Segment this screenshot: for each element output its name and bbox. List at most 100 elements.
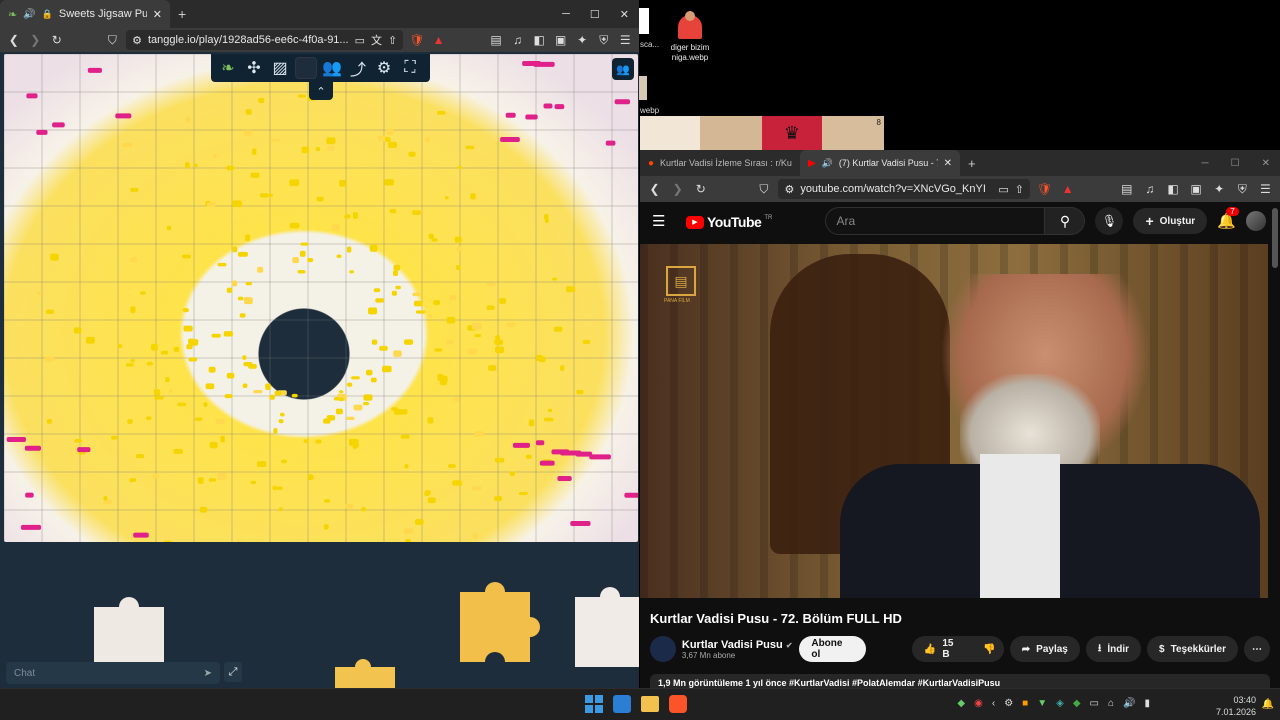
puzzle-board[interactable] bbox=[0, 52, 639, 688]
tab-reddit[interactable]: ● Kurtlar Vadisi İzleme Sırası : r/Kurtl… bbox=[640, 150, 800, 177]
reader-icon[interactable]: ◧ bbox=[531, 31, 547, 49]
users-icon[interactable]: 👥 bbox=[321, 57, 343, 79]
channel-name[interactable]: Kurtlar Vadisi Pusu bbox=[682, 639, 783, 651]
translate-icon[interactable]: 文 bbox=[371, 32, 382, 48]
wallet-icon[interactable]: ▣ bbox=[1188, 180, 1205, 198]
background-color-swatch[interactable] bbox=[295, 57, 317, 79]
share-icon[interactable]: ⇧ bbox=[388, 34, 397, 47]
loose-puzzle-piece[interactable] bbox=[330, 652, 400, 688]
desktop-thumbnail[interactable] bbox=[639, 76, 647, 100]
hamburger-menu-icon[interactable]: ☰ bbox=[652, 212, 665, 230]
audio-icon[interactable]: 🔊 bbox=[23, 9, 35, 20]
subscribe-button[interactable]: Abone ol bbox=[799, 636, 866, 662]
audio-icon[interactable]: 🔊 bbox=[822, 158, 833, 169]
description-box[interactable]: 1,9 Mn görüntüleme 1 yıl önce #KurtlarVa… bbox=[650, 674, 1270, 688]
avatar[interactable] bbox=[1245, 211, 1266, 231]
address-bar[interactable]: ⚙ youtube.com/watch?v=XNcVGo_KnYI ▭ ⇧ bbox=[778, 179, 1030, 199]
widgets-icon[interactable] bbox=[613, 695, 631, 713]
sidebar-icon[interactable]: ▤ bbox=[488, 31, 504, 49]
close-window-button[interactable]: ✕ bbox=[1262, 158, 1270, 169]
notifications-button[interactable]: 🔔 7 bbox=[1217, 206, 1239, 231]
create-button[interactable]: + Oluştur bbox=[1133, 208, 1208, 234]
close-tab-icon[interactable]: ✕ bbox=[944, 158, 952, 169]
download-button[interactable]: ⭳ İndir bbox=[1085, 636, 1142, 662]
fullscreen-icon[interactable]: ⛶ bbox=[399, 57, 421, 79]
network-icon[interactable]: ⌂ bbox=[1108, 698, 1114, 709]
leo-icon[interactable]: ✦ bbox=[574, 31, 590, 49]
image-icon[interactable]: ▨ bbox=[269, 57, 291, 79]
mic-icon[interactable]: 🎙 bbox=[1095, 207, 1124, 235]
search-button[interactable]: ⚲ bbox=[1045, 207, 1086, 235]
cast-icon[interactable]: ▭ bbox=[355, 34, 365, 47]
wallet-icon[interactable]: ▣ bbox=[553, 31, 569, 49]
volume-icon[interactable]: 🔊 bbox=[1123, 698, 1135, 709]
send-icon[interactable]: ➤ bbox=[204, 668, 212, 679]
tanggle-logo-icon[interactable]: ❧ bbox=[217, 57, 239, 79]
maximize-button[interactable]: ☐ bbox=[1231, 158, 1240, 169]
tab-sweets-jigsaw[interactable]: ❧ 🔊 🔒 Sweets Jigsaw Puzzle ✕ bbox=[0, 0, 170, 28]
loose-puzzle-piece[interactable] bbox=[450, 572, 540, 672]
chat-input[interactable]: Chat ➤ bbox=[6, 662, 220, 684]
bookmark-icon[interactable]: ⛉ bbox=[105, 31, 121, 49]
start-icon[interactable] bbox=[585, 695, 603, 713]
tray-icon[interactable]: ▭ bbox=[1090, 698, 1099, 709]
desktop-image-strip[interactable]: ♛ 8 bbox=[640, 116, 884, 150]
tray-icon[interactable]: ▼ bbox=[1037, 698, 1047, 709]
minimize-button[interactable]: ─ bbox=[562, 8, 570, 21]
expand-icon[interactable]: ⤢ bbox=[224, 662, 242, 682]
desktop-partial-icon[interactable] bbox=[639, 8, 649, 34]
tray-icon[interactable]: ◆ bbox=[1073, 698, 1081, 709]
desktop-icon-image[interactable]: diger bizim niga.webp bbox=[670, 11, 710, 63]
cast-icon[interactable]: ▭ bbox=[998, 183, 1008, 196]
channel-avatar[interactable] bbox=[650, 636, 676, 662]
reload-icon[interactable]: ↻ bbox=[49, 31, 65, 49]
site-info-icon[interactable]: ⚙ bbox=[132, 34, 142, 47]
menu-icon[interactable]: ☰ bbox=[1257, 180, 1274, 198]
chevron-left-icon[interactable]: ‹ bbox=[992, 698, 995, 709]
reader-icon[interactable]: ◧ bbox=[1164, 180, 1181, 198]
more-button[interactable]: ⋯ bbox=[1244, 636, 1270, 662]
brave-rewards-icon[interactable]: ▲ bbox=[431, 31, 447, 49]
reload-icon[interactable]: ↻ bbox=[692, 180, 709, 198]
back-icon[interactable]: ❮ bbox=[6, 31, 22, 49]
share-icon[interactable]: ⇧ bbox=[1015, 183, 1024, 196]
tray-icon[interactable]: ◆ bbox=[957, 698, 965, 709]
dislike-button[interactable]: 👎 bbox=[975, 636, 1004, 662]
tray-icon[interactable]: ■ bbox=[1022, 698, 1028, 709]
site-info-icon[interactable]: ⚙ bbox=[784, 183, 794, 196]
youtube-logo[interactable]: ▶ YouTube TR bbox=[686, 214, 772, 230]
forward-icon[interactable]: ❯ bbox=[28, 31, 44, 49]
clock[interactable]: 03:40 7.01.2026 bbox=[1216, 694, 1256, 718]
bookmark-icon[interactable]: ⛉ bbox=[755, 180, 772, 198]
forward-icon[interactable]: ❯ bbox=[669, 180, 686, 198]
puzzle-piece-icon[interactable]: ✣ bbox=[243, 57, 265, 79]
scrollbar[interactable] bbox=[1272, 208, 1278, 268]
vpn-icon[interactable]: ⛨ bbox=[596, 31, 612, 49]
sidebar-icon[interactable]: ▤ bbox=[1118, 180, 1135, 198]
like-button[interactable]: 👍 15 B bbox=[911, 636, 976, 662]
battery-icon[interactable]: ▮ bbox=[1144, 698, 1150, 709]
media-icon[interactable]: ♫ bbox=[1141, 180, 1158, 198]
tab-youtube[interactable]: ▶ 🔊 (7) Kurtlar Vadisi Pusu - 72. B... ✕ bbox=[800, 150, 960, 176]
address-bar[interactable]: ⚙ tanggle.io/play/1928ad56-ee6c-4f0a-91.… bbox=[126, 30, 404, 50]
close-tab-icon[interactable]: ✕ bbox=[153, 8, 162, 21]
brave-rewards-icon[interactable]: ▲ bbox=[1059, 180, 1076, 198]
search-input[interactable]: Ara bbox=[825, 207, 1046, 235]
tray-icon[interactable]: ◈ bbox=[1056, 698, 1064, 709]
leo-icon[interactable]: ✦ bbox=[1211, 180, 1228, 198]
notification-center-icon[interactable]: 🔔 bbox=[1262, 699, 1274, 710]
file-explorer-icon[interactable] bbox=[641, 696, 659, 712]
vpn-icon[interactable]: ⛨ bbox=[1234, 180, 1251, 198]
minimize-button[interactable]: ─ bbox=[1202, 158, 1209, 169]
new-tab-button[interactable]: + bbox=[968, 156, 976, 171]
settings-icon[interactable]: ⚙ bbox=[373, 57, 395, 79]
brave-browser-icon[interactable] bbox=[669, 695, 687, 713]
share-button[interactable]: ➦ Paylaş bbox=[1009, 636, 1080, 662]
thanks-button[interactable]: $ Teşekkürler bbox=[1147, 636, 1238, 662]
brave-shields-icon[interactable]: 🛡 bbox=[409, 31, 425, 49]
media-icon[interactable]: ♫ bbox=[510, 31, 526, 49]
close-window-button[interactable]: ✕ bbox=[620, 8, 629, 21]
new-tab-button[interactable]: + bbox=[178, 6, 186, 22]
maximize-button[interactable]: ☐ bbox=[590, 8, 600, 21]
video-player[interactable]: ▤ PANA FİLM bbox=[640, 244, 1268, 598]
